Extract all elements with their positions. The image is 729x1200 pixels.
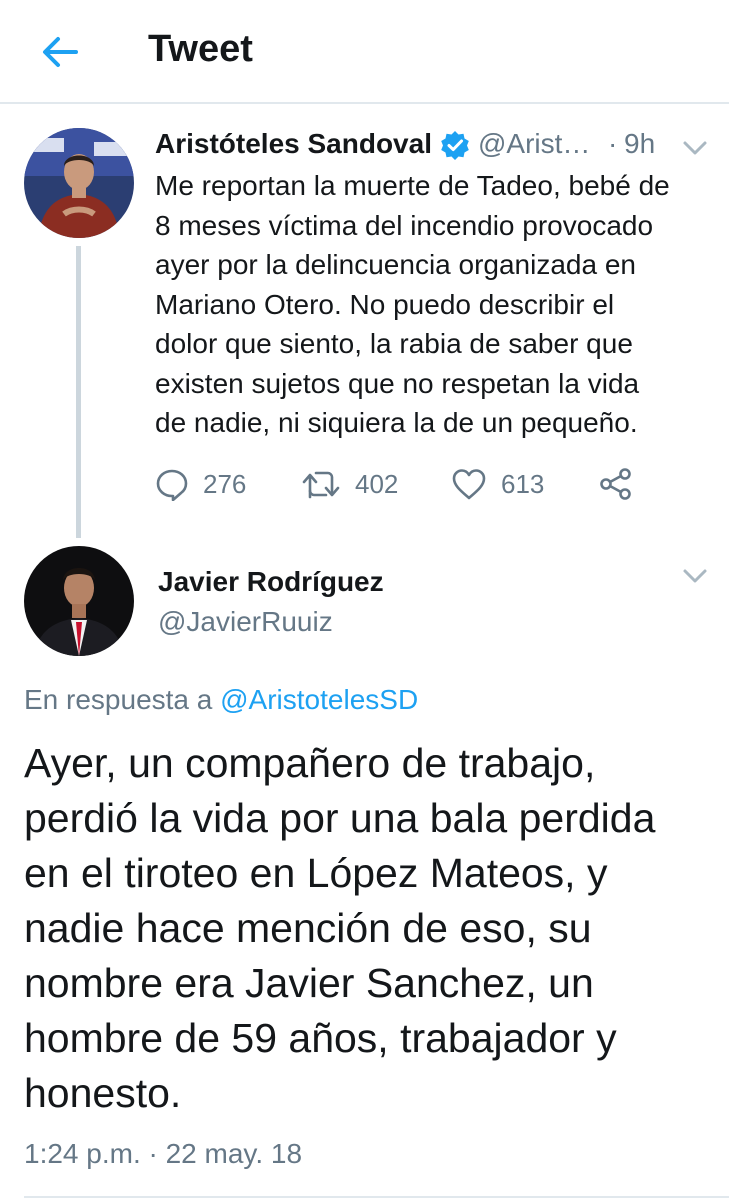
author-name[interactable]: Javier Rodríguez [158, 566, 384, 598]
chevron-down-icon[interactable] [681, 138, 709, 158]
tweet-text: Ayer, un compañero de trabajo, perdió la… [24, 740, 656, 1116]
chevron-down-icon[interactable] [681, 566, 709, 586]
reply-button[interactable]: 276 [155, 462, 246, 506]
arrow-left-icon [43, 37, 78, 67]
reply-count: 276 [203, 468, 247, 499]
tweet-actions: 276 402 613 [155, 462, 655, 506]
top-bar: Tweet [0, 0, 729, 104]
tweet-timestamp[interactable]: 1:24 p.m. · 22 may. 18 [24, 1138, 302, 1170]
page-title: Tweet [148, 28, 253, 70]
reply-to-link[interactable]: @AristotelesSD [220, 684, 418, 715]
separator-dot: · [608, 128, 618, 159]
like-count: 613 [501, 468, 545, 499]
share-icon [600, 468, 631, 500]
author-handle[interactable]: @JavierRuuiz [158, 606, 333, 638]
reply-icon [156, 469, 188, 501]
retweet-button[interactable]: 402 [301, 462, 398, 506]
author-name[interactable]: Aristóteles Sandoval [155, 128, 432, 160]
verified-badge-icon [441, 131, 469, 160]
like-button[interactable]: 613 [451, 462, 544, 506]
heart-icon [452, 469, 486, 500]
author-handle[interactable]: @Arist… [478, 128, 590, 160]
reply-prefix: En respuesta a [24, 684, 213, 715]
reply-context: En respuesta a @AristotelesSD [24, 684, 418, 716]
avatar[interactable] [24, 546, 134, 656]
divider [24, 1196, 729, 1198]
retweet-count: 402 [355, 468, 399, 499]
tweet-time: 9h [624, 128, 656, 159]
avatar[interactable] [24, 128, 134, 238]
tweet-text: Me reportan la muerte de Tadeo, bebé de … [155, 170, 670, 438]
back-button[interactable] [38, 30, 82, 74]
retweet-icon [302, 471, 340, 499]
share-button[interactable] [599, 462, 633, 506]
thread-connector-line [76, 246, 81, 538]
